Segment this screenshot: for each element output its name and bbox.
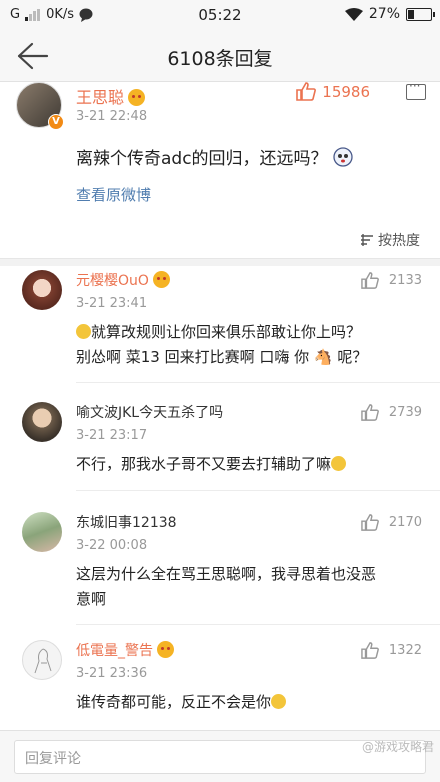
like-button[interactable]: 15986: [296, 82, 370, 101]
avatar[interactable]: [22, 512, 62, 552]
sort-by-hot-button[interactable]: 按热度: [360, 230, 420, 250]
reply-text: 这层为什么全在骂王思聪啊，我寻思着也没恶 意啊: [76, 562, 416, 612]
like-button[interactable]: 1322: [361, 642, 422, 659]
post-timestamp: 3-21 22:48: [76, 109, 148, 124]
avatar[interactable]: [22, 402, 62, 442]
section-divider: [0, 258, 440, 266]
reply-username-text: 喻文波JKL今天五杀了吗: [76, 405, 224, 421]
reply-line-text: 谁传奇都可能，反正不会是你: [76, 693, 272, 711]
reply-line: 别怂啊 菜13 回来打比赛啊 口嗨 你 🐴 呢？: [76, 348, 368, 366]
reply-line: 意啊: [76, 590, 107, 608]
watermark: @游戏攻略君: [361, 740, 434, 754]
page-title: 6108条回复: [167, 48, 273, 70]
sketch-figure-icon: [34, 648, 52, 674]
post-text: 离辣个传奇adc的回归，还远吗？: [76, 144, 353, 169]
post-username[interactable]: 王思聪: [76, 84, 146, 108]
verified-v-badge-icon: V: [48, 114, 64, 130]
reply-username[interactable]: 东城旧事12138: [76, 512, 177, 532]
reply-line-text: 不行，那我水子哥不又要去打辅助了嘛: [76, 455, 332, 473]
post-text-content: 离辣个传奇adc的回归，还远吗？: [76, 149, 328, 169]
reply-like-count: 1322: [388, 643, 422, 658]
reply-line-text: 就算改规则让你回来俱乐部敢让你上吗？: [91, 323, 362, 341]
thumbs-up-icon: [361, 514, 379, 531]
row-divider: [76, 490, 440, 491]
status-bar: G 0K/s 05:22 27%: [0, 0, 440, 30]
sort-icon: [361, 234, 373, 246]
thumbs-up-icon: [361, 404, 379, 421]
comment-icon[interactable]: [406, 79, 426, 100]
reply-username[interactable]: 低電量_警告: [76, 640, 174, 660]
battery-level-fill: [408, 9, 414, 19]
battery-percent: 27%: [368, 6, 400, 22]
grin-emoji-icon: [76, 324, 91, 339]
reply-like-count: 2739: [388, 405, 422, 420]
main-post: V 王思聪 15986 3-21 22:48 离辣个传奇adc的回归，还远吗？ …: [0, 79, 440, 258]
ghost-emoji-icon: [333, 147, 353, 167]
reply-timestamp: 3-22 00:08: [76, 538, 148, 553]
thumbs-up-icon: [296, 82, 317, 101]
reply-timestamp: 3-21 23:36: [76, 666, 148, 681]
reply-line: 这层为什么全在骂王思聪啊，我寻思着也没恶: [76, 565, 377, 583]
reply-username-text: 元樱樱OuO: [76, 273, 149, 289]
member-crown-icon: [128, 89, 146, 106]
member-crown-icon: [157, 641, 174, 658]
reply-line: 谁传奇都可能，反正不会是你: [76, 690, 416, 715]
reply-line: 就算改规则让你回来俱乐部敢让你上吗？: [76, 320, 416, 345]
reply-timestamp: 3-21 23:41: [76, 296, 148, 311]
reply-text: 就算改规则让你回来俱乐部敢让你上吗？ 别怂啊 菜13 回来打比赛啊 口嗨 你 🐴…: [76, 320, 416, 370]
wifi-icon: [344, 7, 363, 21]
like-button[interactable]: 2133: [361, 272, 422, 289]
like-button[interactable]: 2170: [361, 514, 422, 531]
avatar[interactable]: [22, 270, 62, 310]
view-original-link[interactable]: 查看原微博: [76, 184, 151, 205]
reply-line: 不行，那我水子哥不又要去打辅助了嘛: [76, 452, 416, 477]
reply-username[interactable]: 喻文波JKL今天五杀了吗: [76, 402, 223, 422]
member-crown-icon: [152, 271, 170, 288]
post-like-count: 15986: [322, 82, 370, 101]
like-button[interactable]: 2739: [361, 404, 422, 421]
row-divider: [76, 382, 440, 383]
reply-like-count: 2133: [388, 273, 422, 288]
sweat-emoji-icon: [331, 456, 347, 471]
thumbs-up-icon: [361, 272, 379, 289]
reply-timestamp: 3-21 23:17: [76, 428, 148, 443]
status-right: 27%: [344, 6, 435, 22]
reply-username[interactable]: 元樱樱OuO: [76, 270, 170, 290]
sort-label: 按热度: [378, 233, 420, 249]
thumbs-up-icon: [361, 642, 379, 659]
post-username-text: 王思聪: [76, 88, 125, 107]
reply-username-text: 东城旧事12138: [76, 515, 177, 531]
reply-username-text: 低電量_警告: [76, 643, 153, 659]
row-divider: [76, 624, 440, 625]
reply-like-count: 2170: [388, 515, 422, 530]
reply-text: 不行，那我水子哥不又要去打辅助了嘛: [76, 452, 416, 477]
battery-icon: [406, 7, 435, 21]
nav-bar: 6108条回复: [0, 30, 440, 82]
avatar[interactable]: [22, 640, 62, 680]
smile-emoji-icon: [271, 694, 287, 709]
reply-text: 谁传奇都可能，反正不会是你: [76, 690, 416, 715]
